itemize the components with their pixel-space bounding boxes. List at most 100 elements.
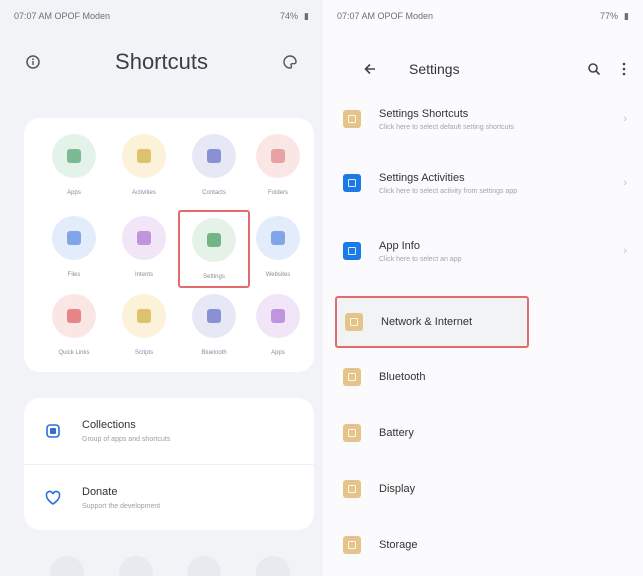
shortcut-tile[interactable]: Settings [178,210,250,288]
settings-item-subtitle: Click here to select an app [379,255,462,263]
settings-glyph-icon [348,429,356,437]
shortcut-tile[interactable]: Folders [242,128,314,206]
grid-icon [271,309,285,323]
status-time-carrier: 07:07 AM OPOF Moden [337,11,434,21]
more-vert-icon[interactable] [619,58,629,80]
battery-level: 77% [600,11,619,21]
page-title: Settings [409,61,460,77]
shortcut-tile-circle [122,294,166,338]
collections-row[interactable]: Collections Group of apps and shortcuts [24,398,314,464]
settings-item[interactable]: Settings Shortcuts Click here to select d… [335,88,631,150]
shortcut-tile-label: Scripts [134,350,154,356]
shortcut-tile[interactable]: Bluetooth [178,288,250,366]
settings-shortcut-icon [343,536,361,554]
shortcut-tile-circle [122,134,166,178]
apps-icon [67,149,81,163]
settings-shortcut-icon [343,368,361,386]
shortcut-tile-circle [192,294,236,338]
settings-item-title: Bluetooth [379,371,426,383]
shortcut-tile-label: Settings [203,274,225,280]
shortcut-tile-label: Quick Links [58,350,90,356]
shortcut-tile[interactable]: Websites [242,210,314,288]
shortcut-tile[interactable]: Apps [38,128,110,206]
settings-item-text: Network & Internet [381,316,472,328]
settings-item-subtitle: Click here to select activity from setti… [379,187,518,195]
settings-item[interactable]: Network & Internet [335,296,529,348]
shortcut-tile-label: Websites [265,272,291,278]
settings-glyph-icon [348,247,356,255]
shortcut-tile-circle [122,216,166,260]
settings-item-text: Bluetooth [379,371,425,383]
settings-glyph-icon [348,485,356,493]
shortcut-tile[interactable]: Quick Links [38,288,110,366]
dock-button[interactable] [187,556,222,576]
battery-level: 74% [280,11,299,21]
settings-item[interactable]: App Info Click here to select an app › [335,220,631,282]
settings-screen: 07:07 AM OPOF Moden 77% ▮ Settings Setti… [323,0,643,576]
settings-item-text: Settings Activities Click here to select … [379,172,517,195]
settings-item-title: Display [379,483,416,495]
dock-button[interactable] [255,556,290,576]
status-time-carrier: 07:07 AM OPOF Moden [14,11,111,21]
shortcut-tile[interactable]: Activities [108,128,180,206]
script-icon [137,309,151,323]
settings-icon [207,233,221,247]
donate-title: Donate [82,485,118,498]
shortcut-tile-circle [52,216,96,260]
collections-title: Collections [82,419,136,431]
settings-shortcut-icon [343,480,361,498]
settings-glyph-icon [348,373,356,381]
settings-item-title: App Info [379,239,420,252]
settings-shortcut-icon [345,313,363,331]
shortcut-tile-circle [52,134,96,178]
settings-item-subtitle: Click here to select default setting sho… [379,123,515,131]
donate-subtitle: Support the development [82,502,161,510]
settings-item-text: Settings Shortcuts Click here to select d… [379,108,514,131]
shortcut-tile-circle [192,218,236,262]
palette-icon[interactable] [279,51,301,73]
activities-icon [137,149,151,163]
collections-subtitle: Group of apps and shortcuts [82,436,171,443]
bluetooth-icon [207,309,221,323]
shortcut-tile[interactable]: Contacts [178,128,250,206]
bottom-dock [50,556,290,576]
dock-button[interactable] [118,556,153,576]
shortcut-tile-circle [256,216,300,260]
shortcut-tile[interactable]: Apps [242,288,314,366]
battery-icon: ▮ [624,10,629,21]
settings-item[interactable]: Settings Activities Click here to select … [335,152,631,214]
settings-item[interactable]: Bluetooth [335,354,631,400]
shortcut-grid: Apps Activities Contacts Folders Files Intent… [24,118,314,372]
shortcut-tile[interactable]: Scripts [108,288,180,366]
folder-icon [271,149,285,163]
battery-icon: ▮ [304,10,309,21]
shortcut-tile-label: Contacts [202,190,226,196]
shortcut-tile-label: Activities [132,190,156,196]
shortcut-tile-label: Apps [271,350,285,356]
settings-item[interactable]: Storage [335,522,631,568]
settings-item-text: Storage [379,539,418,551]
donate-row[interactable]: Donate Support the development [24,464,314,530]
shortcuts-screen: 07:07 AM OPOF Moden 74% ▮ Shortcuts Apps… [0,0,323,576]
shortcut-tile[interactable]: Intents [108,210,180,288]
file-icon [67,231,81,245]
heart-icon [42,487,64,509]
shortcuts-header: Shortcuts [0,32,323,92]
settings-item[interactable]: Display [335,466,631,512]
settings-item[interactable]: Battery [335,410,631,456]
shortcut-tile[interactable]: Files [38,210,110,288]
shortcut-tile-label: Apps [67,190,81,196]
web-icon [271,231,285,245]
chevron-right-icon: › [623,245,627,257]
shortcut-tile-label: Intents [134,272,153,278]
contacts-icon [207,149,221,163]
settings-item-title: Network & Internet [381,316,473,328]
settings-glyph-icon [348,541,356,549]
search-icon[interactable] [583,58,605,80]
dock-button[interactable] [50,556,84,576]
settings-shortcut-icon [343,424,361,442]
back-arrow-icon[interactable] [359,58,381,80]
close-icon [67,309,81,323]
settings-glyph-icon [350,318,358,326]
info-icon[interactable] [22,51,44,73]
